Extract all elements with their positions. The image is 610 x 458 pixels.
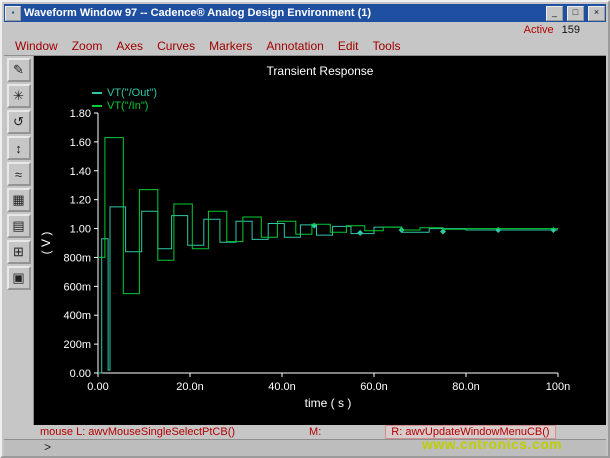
data-marker[interactable] (357, 230, 363, 236)
y-axis-label: ( V ) (39, 232, 53, 255)
data-marker[interactable] (495, 227, 501, 233)
active-count: 159 (562, 24, 580, 36)
menu-curves[interactable]: Curves (150, 39, 202, 53)
plot-title: Transient Response (34, 64, 606, 78)
menu-tools[interactable]: Tools (366, 39, 408, 53)
marker-tool-icon[interactable]: ↕ (7, 136, 31, 160)
y-tick-label: 1.00 (70, 224, 91, 236)
left-toolbar: ✎ ✳ ↺ ↕ ≈ ▦ ▤ ⊞ ▣ (4, 56, 34, 425)
data-marker[interactable] (550, 227, 556, 233)
maximize-icon[interactable]: □ (567, 6, 584, 21)
close-icon[interactable]: × (588, 6, 605, 21)
y-tick-label: 1.20 (70, 195, 91, 207)
window-menu-icon[interactable]: ▪ (5, 6, 21, 21)
y-tick-label: 1.60 (70, 137, 91, 149)
legend-label-out: VT("/Out") (107, 87, 157, 99)
y-tick-label: 800m (63, 252, 91, 264)
y-tick-label: 1.40 (70, 166, 91, 178)
x-tick-label: 80.0n (452, 381, 480, 393)
trace-in[interactable] (98, 138, 558, 294)
trace-out[interactable] (98, 207, 558, 373)
x-tick-label: 40.0n (268, 381, 296, 393)
mouse-middle-binding: M: (309, 426, 321, 438)
menu-axes[interactable]: Axes (109, 39, 150, 53)
reset-tool-icon[interactable]: ↺ (7, 110, 31, 134)
active-status-row: Active 159 (4, 22, 606, 37)
title-bar[interactable]: ▪ Waveform Window 97 -- Cadence® Analog … (4, 4, 606, 22)
legend: VT("/Out") VT("/In") (92, 86, 157, 112)
strip-mode-tool-icon[interactable]: ⊞ (7, 240, 31, 264)
minimize-icon[interactable]: _ (546, 6, 563, 21)
prompt-symbol: > (44, 441, 51, 455)
legend-swatch-out (92, 92, 102, 94)
legend-item-out[interactable]: VT("/Out") (92, 86, 157, 99)
y-tick-label: 200m (63, 339, 91, 351)
y-tick-label: 1.80 (70, 108, 91, 120)
subwindow-tool-icon[interactable]: ▤ (7, 214, 31, 238)
waveform-window: ▪ Waveform Window 97 -- Cadence® Analog … (0, 0, 610, 458)
x-tick-label: 60.0n (360, 381, 388, 393)
y-tick-label: 0.00 (70, 368, 91, 380)
legend-item-in[interactable]: VT("/In") (92, 99, 157, 112)
menu-bar: Window Zoom Axes Curves Markers Annotati… (4, 37, 606, 56)
zap-tool-icon[interactable]: ✳ (7, 84, 31, 108)
y-tick-label: 400m (63, 310, 91, 322)
menu-zoom[interactable]: Zoom (65, 39, 110, 53)
menu-annotation[interactable]: Annotation (259, 39, 330, 53)
mouse-left-binding: mouse L: awvMouseSingleSelectPtCB() (40, 426, 235, 438)
active-label: Active (524, 24, 554, 36)
menu-markers[interactable]: Markers (202, 39, 259, 53)
x-tick-label: 20.0n (176, 381, 204, 393)
menu-window[interactable]: Window (8, 39, 65, 53)
x-tick-label: 100n (546, 381, 570, 393)
calculator-tool-icon[interactable]: ▦ (7, 188, 31, 212)
x-axis-label: time ( s ) (305, 396, 352, 410)
x-tick-label: 0.00 (87, 381, 108, 393)
y-tick-label: 600m (63, 281, 91, 293)
watermark-text: www.cntronics.com (422, 436, 562, 452)
legend-label-in: VT("/In") (107, 100, 148, 112)
menu-edit[interactable]: Edit (331, 39, 366, 53)
legend-swatch-in (92, 105, 102, 107)
waveform-tool-icon[interactable]: ≈ (7, 162, 31, 186)
grid-tool-icon[interactable]: ▣ (7, 266, 31, 290)
window-title: Waveform Window 97 -- Cadence® Analog De… (24, 7, 542, 19)
plot-area[interactable]: Transient Response VT("/Out") VT("/In") … (34, 56, 606, 425)
probe-tool-icon[interactable]: ✎ (7, 58, 31, 82)
axes (98, 113, 558, 373)
window-body: ✎ ✳ ↺ ↕ ≈ ▦ ▤ ⊞ ▣ Transient Response VT(… (4, 56, 606, 425)
